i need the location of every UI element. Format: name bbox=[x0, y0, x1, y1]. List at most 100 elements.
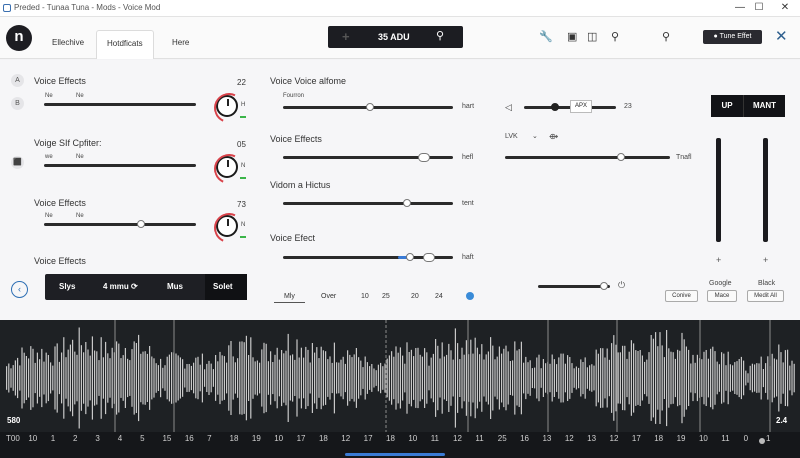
fader-left[interactable] bbox=[716, 138, 721, 242]
mid-row-4-thumb-b[interactable] bbox=[423, 253, 435, 262]
wide-slider-thumb[interactable] bbox=[617, 153, 625, 161]
waveform-bar bbox=[375, 370, 377, 386]
tab-hotdficats[interactable]: Hotdficats bbox=[96, 30, 154, 59]
chevron-down-icon[interactable]: ⌄ bbox=[532, 132, 538, 140]
waveform-bar bbox=[303, 357, 305, 399]
waveform-bar bbox=[646, 359, 648, 397]
box-icon[interactable]: ⬛ bbox=[11, 156, 24, 169]
waveform-bar bbox=[628, 351, 630, 405]
tab-here[interactable]: Here bbox=[162, 30, 199, 59]
window-close-button[interactable]: ✕ bbox=[778, 2, 792, 14]
segment-mus[interactable]: Mus bbox=[167, 282, 183, 291]
mid-row-1-thumb[interactable] bbox=[366, 103, 374, 111]
bottom-tab-10[interactable]: 10 bbox=[361, 293, 369, 300]
waveform-bar bbox=[353, 354, 355, 402]
waveform-bar bbox=[131, 349, 133, 407]
tool-icon[interactable]: ⚲ bbox=[662, 30, 670, 43]
search-icon[interactable]: ⚲ bbox=[436, 29, 444, 42]
waveform-bar bbox=[551, 354, 553, 402]
app-logo[interactable]: n bbox=[6, 25, 32, 51]
preset-search-box[interactable]: + 35 ADU ⚲ bbox=[328, 26, 463, 48]
effect-group-3-slider[interactable] bbox=[44, 223, 196, 226]
waveform-bar bbox=[188, 364, 190, 392]
effect-group-1-knob[interactable] bbox=[216, 95, 246, 118]
waveform-bar bbox=[228, 345, 230, 411]
mode-label[interactable]: LVK bbox=[505, 133, 518, 140]
timeline-scroll-thumb[interactable] bbox=[345, 453, 445, 456]
segment-solet[interactable]: Solet bbox=[213, 282, 233, 291]
wide-slider[interactable] bbox=[505, 156, 670, 159]
waveform-bar bbox=[164, 365, 166, 391]
waveform-bar bbox=[197, 356, 199, 400]
waveform-bar bbox=[54, 346, 56, 410]
bottom-tab-mly[interactable]: Mly bbox=[274, 293, 305, 303]
search-icon[interactable]: ⚲ bbox=[611, 30, 619, 43]
waveform-bar bbox=[608, 359, 610, 397]
effect-group-2-slider[interactable] bbox=[44, 164, 196, 167]
waveform-bar bbox=[659, 332, 661, 424]
add-preset-button[interactable]: + bbox=[342, 29, 350, 44]
timeline-tick-label: 10 bbox=[274, 434, 284, 443]
mid-row-3-thumb[interactable] bbox=[403, 199, 411, 207]
waveform[interactable] bbox=[0, 320, 800, 432]
waveform-bar bbox=[498, 346, 500, 410]
instagram-icon[interactable]: ▣ bbox=[567, 30, 577, 43]
link-icon[interactable]: ⟴ bbox=[549, 132, 558, 141]
lock-icon[interactable]: A bbox=[11, 74, 24, 87]
tune-effect-button[interactable]: ● Tune Effet bbox=[703, 30, 762, 44]
waveform-panel[interactable]: 580 2.4 bbox=[0, 320, 800, 432]
waveform-bar bbox=[591, 364, 593, 392]
mant-button[interactable]: MANT bbox=[743, 95, 785, 117]
waveform-bar bbox=[285, 350, 287, 406]
fader-right[interactable] bbox=[763, 138, 768, 242]
waveform-bar bbox=[690, 363, 692, 393]
waveform-bar bbox=[710, 348, 712, 408]
waveform-bar bbox=[714, 351, 716, 405]
wrench-icon[interactable]: 🔧 bbox=[539, 30, 553, 43]
maximize-button[interactable]: ☐ bbox=[752, 2, 766, 14]
tab-ellechive[interactable]: Ellechive bbox=[42, 30, 94, 59]
bottom-tab-25[interactable]: 25 bbox=[382, 293, 390, 300]
waveform-bar bbox=[536, 357, 538, 399]
fader-left-plus-icon[interactable]: + bbox=[716, 255, 721, 265]
effect-group-2-knob-label: N bbox=[241, 163, 246, 169]
waveform-bar bbox=[470, 339, 472, 417]
back-button[interactable]: ‹ bbox=[11, 281, 28, 298]
volume-thumb[interactable] bbox=[551, 103, 559, 111]
speaker-icon[interactable]: ◁ bbox=[505, 102, 512, 113]
bottom-tab-20[interactable]: 20 bbox=[411, 293, 419, 300]
effect-group-1-slider[interactable] bbox=[44, 103, 196, 106]
waveform-bar bbox=[259, 362, 261, 394]
segment-slys[interactable]: Slys bbox=[59, 282, 75, 291]
waveform-bar bbox=[424, 348, 426, 408]
effect-group-3-slider-thumb[interactable] bbox=[137, 220, 145, 228]
waveform-bar bbox=[160, 358, 162, 398]
mid-row-3-slider[interactable] bbox=[283, 202, 453, 205]
globe-icon[interactable] bbox=[466, 292, 474, 300]
segment-4mmu[interactable]: 4 mmu ⟳ bbox=[103, 282, 138, 291]
waveform-bar bbox=[791, 360, 793, 396]
waveform-bar bbox=[245, 335, 247, 421]
close-icon[interactable]: ✕ bbox=[775, 27, 788, 45]
waveform-bar bbox=[76, 354, 78, 402]
bottom-tab-24[interactable]: 24 bbox=[435, 293, 443, 300]
mace-button[interactable]: Mace bbox=[707, 290, 737, 302]
mini-slider-thumb[interactable] bbox=[600, 282, 608, 290]
effect-group-2-knob[interactable] bbox=[216, 156, 246, 179]
minimize-button[interactable]: — bbox=[733, 2, 747, 14]
fader-right-plus-icon[interactable]: + bbox=[763, 255, 768, 265]
up-button[interactable]: UP bbox=[711, 95, 743, 117]
playhead-dot[interactable] bbox=[759, 438, 765, 444]
effect-group-3-knob[interactable] bbox=[216, 215, 246, 238]
medit-all-button[interactable]: Medit All bbox=[747, 290, 784, 302]
camera-icon[interactable]: ◫ bbox=[587, 30, 597, 43]
power-icon[interactable]: ⏻ bbox=[618, 280, 625, 291]
mid-row-4-thumb-a[interactable] bbox=[406, 253, 414, 261]
bottom-tab-over[interactable]: Over bbox=[321, 293, 336, 300]
mid-row-2-thumb[interactable] bbox=[418, 153, 430, 162]
waveform-bar bbox=[72, 339, 74, 417]
conive-button[interactable]: Conive bbox=[665, 290, 698, 302]
timeline-ruler[interactable]: T00 10 1 2 3 4 5 15 16 7 18 19 10 17 18 12 17 18 10 11 12 11 2… bbox=[0, 432, 800, 458]
b-icon[interactable]: B bbox=[11, 97, 24, 110]
waveform-bar bbox=[564, 363, 566, 393]
